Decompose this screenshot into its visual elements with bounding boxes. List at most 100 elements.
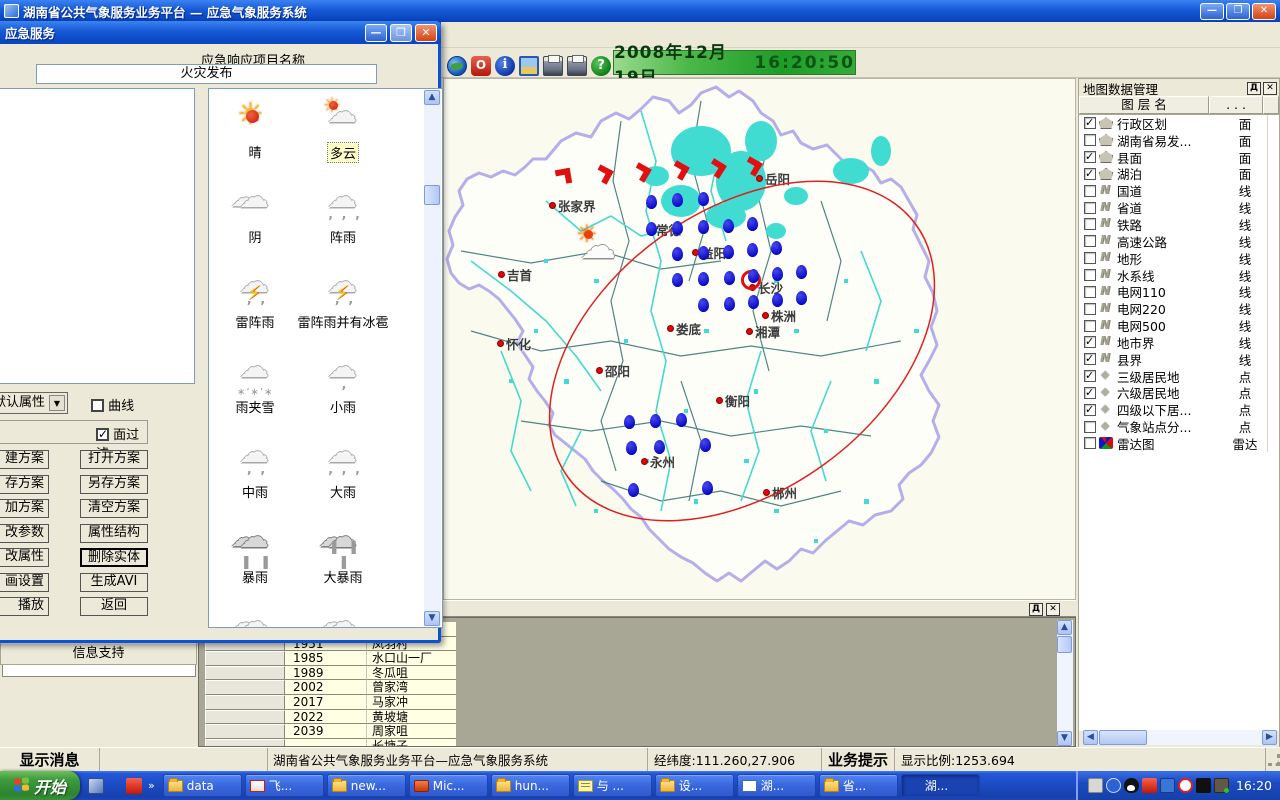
taskbar-window-button[interactable]: new... [327, 774, 406, 797]
taskbar-window-button[interactable]: 湖... [901, 774, 980, 797]
layer-visibility-checkbox[interactable] [1084, 168, 1096, 180]
layer-row[interactable]: 地市界 线 [1079, 334, 1279, 351]
layer-visibility-checkbox[interactable] [1084, 421, 1096, 433]
layer-row[interactable]: 县界 线 [1079, 351, 1279, 368]
scroll-right-icon[interactable]: ▶ [1262, 730, 1277, 745]
layer-visibility-checkbox[interactable] [1084, 320, 1096, 332]
scroll-thumb[interactable] [424, 185, 440, 205]
weather-symbol-item[interactable]: ☁☁ [211, 607, 299, 628]
toolbar-icon[interactable] [567, 56, 587, 76]
default-attr-dropdown[interactable]: 改默认属性 ▼ [0, 392, 68, 414]
scroll-left-icon[interactable]: ◀ [1083, 730, 1098, 745]
weather-symbol-list[interactable]: ☀ 晴 ☀☁ 多云 ☁☁ 阴 ☁’ ’ ’ 阵 [208, 88, 443, 628]
tree-item[interactable]: 其他 [0, 258, 194, 274]
layer-visibility-checkbox[interactable] [1084, 269, 1096, 281]
sidebar-button[interactable]: 信息支持 [0, 643, 197, 665]
layer-visibility-checkbox[interactable] [1084, 286, 1096, 298]
weather-symbol-item[interactable]: ☁⚡’ ’ 雷阵雨并有冰雹 [299, 267, 387, 352]
map-canvas[interactable]: 张家界 岳阳 常德 吉首 [443, 78, 1076, 600]
layer-row[interactable]: 湖南省易发... 面 [1079, 132, 1279, 149]
dialog-title-bar[interactable]: 应急服务 — ❐ ✕ [0, 21, 441, 44]
layer-visibility-checkbox[interactable] [1084, 151, 1096, 163]
toolbar-icon[interactable] [495, 56, 515, 76]
checkbox-icon[interactable] [91, 399, 104, 412]
quick-launch-icon[interactable] [107, 778, 123, 794]
scheme-button[interactable]: 画设置 [0, 573, 49, 592]
taskbar-window-button[interactable]: data [163, 774, 242, 797]
layer-visibility-checkbox[interactable] [1084, 387, 1096, 399]
close-icon[interactable]: ✕ [1263, 82, 1277, 95]
taskbar-window-button[interactable]: 设... [655, 774, 734, 797]
layer-visibility-checkbox[interactable] [1084, 370, 1096, 382]
table-row[interactable]: 1985 水口山一厂 [205, 651, 458, 666]
tree-item[interactable]: 栅格符号 [0, 114, 194, 130]
scheme-button[interactable]: 改参数 [0, 524, 49, 543]
scheme-button[interactable]: 改属性 [0, 548, 49, 567]
tray-icon[interactable] [1142, 778, 1157, 793]
tree-item[interactable]: 符号 [0, 98, 194, 114]
tree-item[interactable]: 气象线型 [0, 210, 194, 226]
weather-symbol-item[interactable]: ☁∗’∗’∗ 雨夹雪 [211, 352, 299, 437]
tree-item[interactable]: 箭标 [0, 274, 194, 290]
layer-visibility-checkbox[interactable] [1084, 437, 1096, 449]
tree-item[interactable]: 一般符号 [0, 130, 194, 146]
scroll-up-icon[interactable]: ▲ [424, 90, 440, 105]
project-name-input[interactable]: 火灾发布 [36, 64, 377, 84]
layer-visibility-checkbox[interactable] [1084, 185, 1096, 197]
layer-visibility-checkbox[interactable] [1084, 134, 1096, 146]
toolbar-icon[interactable] [543, 56, 563, 76]
restore-button[interactable]: ❐ [1226, 3, 1250, 20]
weather-symbol-item[interactable]: ☁’ 小雨 [299, 352, 387, 437]
weather-symbol-item[interactable]: ☁☁❚ ❚ 暴雨 [211, 522, 299, 607]
toolbar-icon[interactable] [471, 56, 491, 76]
layer-row[interactable]: 湖泊 面 [1079, 166, 1279, 183]
checkbox-icon[interactable] [96, 428, 109, 441]
tree-item[interactable]: 标签 [0, 290, 194, 306]
layer-row[interactable]: 县面 面 [1079, 149, 1279, 166]
scheme-button[interactable]: 打开方案 [80, 450, 148, 469]
tray-icon[interactable] [1214, 778, 1229, 793]
weather-symbol-item[interactable]: ☁☁❚ ❚ ❚ 大暴雨 [299, 522, 387, 607]
layer-row[interactable]: 省道 线 [1079, 199, 1279, 216]
taskbar-window-button[interactable]: 与 ... [573, 774, 652, 797]
layer-row[interactable]: 行政区划 面 [1079, 115, 1279, 132]
layer-visibility-checkbox[interactable] [1084, 303, 1096, 315]
taskbar-clock[interactable]: 16:20 [1236, 778, 1272, 793]
scheme-button[interactable]: 删除实体 [80, 548, 148, 567]
tree-item[interactable]: 气象符号 [0, 146, 194, 162]
minimize-icon[interactable]: — [365, 24, 387, 42]
layer-row[interactable]: 雷达图 雷达 [1079, 435, 1279, 452]
quick-launch-icon[interactable] [88, 778, 104, 794]
layer-row[interactable]: 电网110 线 [1079, 283, 1279, 300]
table-row[interactable]: 2002 曾家湾 [205, 680, 458, 695]
tray-icon[interactable] [1106, 778, 1121, 793]
scroll-down-icon[interactable]: ▼ [424, 611, 440, 626]
tray-icon[interactable] [1196, 778, 1211, 793]
table-row[interactable]: 长塘子 [205, 739, 458, 747]
scheme-button[interactable]: 生成AVI [80, 573, 148, 592]
layer-visibility-checkbox[interactable] [1084, 202, 1096, 214]
taskbar-window-button[interactable]: Mic... [409, 774, 488, 797]
layer-row[interactable]: 三级居民地 点 [1079, 368, 1279, 385]
minimize-button[interactable]: — [1200, 3, 1224, 20]
weather-symbol-item[interactable]: ☁’ ’ ’ 大雨 [299, 437, 387, 522]
tray-icon[interactable] [1160, 778, 1175, 793]
tray-icon[interactable] [1088, 778, 1103, 793]
layer-visibility-checkbox[interactable] [1084, 336, 1096, 348]
chevron-down-icon[interactable]: ▼ [49, 395, 65, 411]
close-icon[interactable]: ✕ [1046, 603, 1060, 616]
taskbar-window-button[interactable]: 飞... [245, 774, 324, 797]
layer-row[interactable]: 六级居民地 点 [1079, 385, 1279, 402]
layer-row[interactable]: 电网220 线 [1079, 300, 1279, 317]
layer-row[interactable]: 高速公路 线 [1079, 233, 1279, 250]
layers-panel-scrollbar[interactable]: ◀ ▶ [1083, 730, 1277, 745]
weather-symbol-item[interactable]: ☀ 晴 [211, 97, 299, 182]
pin-icon[interactable]: Д [1029, 603, 1043, 616]
layer-visibility-checkbox[interactable] [1084, 218, 1096, 230]
column-header-more[interactable]: . . . [1209, 96, 1263, 114]
scroll-thumb[interactable] [1099, 730, 1147, 745]
layer-visibility-checkbox[interactable] [1084, 117, 1096, 129]
bottom-panel-scrollbar[interactable]: ▲ ▼ [1057, 620, 1073, 746]
tray-icon[interactable] [1178, 778, 1193, 793]
quick-launch-more-icon[interactable]: » [146, 779, 157, 792]
